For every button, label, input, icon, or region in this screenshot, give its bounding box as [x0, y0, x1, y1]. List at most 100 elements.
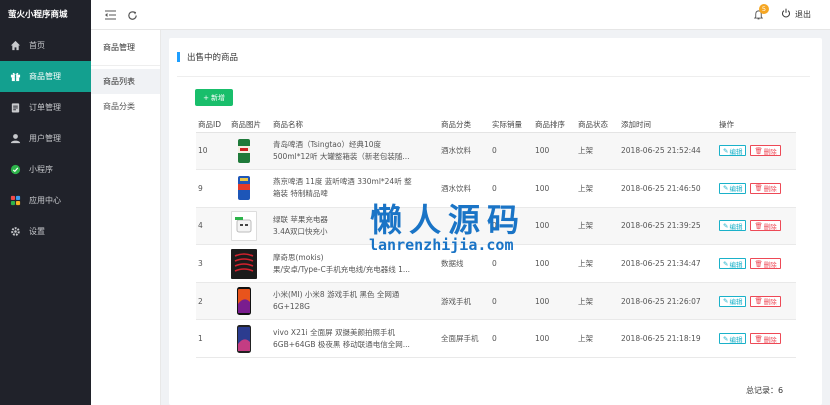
sidebar-item-settings[interactable]: 设置	[0, 216, 91, 247]
goods-sort: 100	[533, 132, 576, 171]
column-header: 商品ID	[196, 117, 229, 133]
sidebar-item-appcenter[interactable]: 应用中心	[0, 185, 91, 216]
goods-category: 全面屏手机	[439, 319, 490, 359]
notification-badge: 5	[759, 4, 769, 14]
sidebar-item-users[interactable]: 用户管理	[0, 123, 91, 154]
table-row: 2 小米(MI) 小米8 游戏手机 黑色 全网通 6G+128G 游戏手机 0 …	[196, 282, 796, 321]
sidebar-item-label: 首页	[29, 41, 45, 50]
goods-image-cell	[229, 132, 271, 171]
column-header: 操作	[717, 117, 796, 133]
sidebar-item-label: 设置	[29, 227, 45, 236]
goods-sort: 100	[533, 282, 576, 321]
column-header: 商品名称	[271, 117, 439, 133]
card-title: 出售中的商品	[187, 53, 239, 63]
sidebar-item-miniprogram[interactable]: 小程序	[0, 154, 91, 185]
goods-name: vivo X21i 全面屏 双摄美颜拍照手机 6GB+64GB 极夜黑 移动联通…	[271, 319, 439, 359]
watermark-url: lanrenzhijia.com	[369, 236, 514, 254]
goods-actions: ✎ 编辑 🗑 删除	[717, 319, 796, 359]
sidebar-item-label: 商品管理	[29, 72, 61, 81]
goods-sort: 100	[533, 169, 576, 208]
column-header: 实际销量	[490, 117, 533, 133]
goods-time: 2018-06-25 21:34:47	[619, 244, 717, 283]
column-header: 商品分类	[439, 117, 490, 133]
sidebar-item-label: 应用中心	[29, 196, 61, 205]
goods-name: 小米(MI) 小米8 游戏手机 黑色 全网通 6G+128G	[271, 282, 439, 321]
brand-title: 萤火小程序商城	[8, 10, 68, 20]
phone-image	[231, 286, 257, 316]
goods-sort: 100	[533, 207, 576, 246]
goods-sales: 0	[490, 132, 533, 171]
column-header: 添加时间	[619, 117, 717, 133]
menu-collapse-icon[interactable]	[103, 8, 117, 22]
goods-image-cell	[229, 282, 271, 321]
goods-sort: 100	[533, 244, 576, 283]
goods-status: 上架	[576, 207, 619, 246]
card-header: 出售中的商品	[177, 38, 810, 77]
pencil-icon: ✎	[723, 221, 729, 230]
phone-image	[231, 324, 257, 354]
cable-image	[231, 248, 257, 279]
edit-button[interactable]: ✎ 编辑	[719, 333, 747, 345]
sidebar-item-goods[interactable]: 商品管理	[0, 61, 91, 92]
home-icon	[9, 40, 21, 52]
goods-status: 上架	[576, 244, 619, 283]
column-header: 商品状态	[576, 117, 619, 133]
goods-actions: ✎ 编辑 🗑 删除	[717, 132, 796, 171]
trash-icon: 🗑	[754, 334, 763, 343]
sidebar-item-home[interactable]: 首页	[0, 30, 91, 61]
logout-button[interactable]: 退出	[781, 8, 811, 20]
subnav-item-goods-list[interactable]: 商品列表	[91, 69, 160, 94]
title-accent-bar	[177, 52, 180, 62]
goods-time: 2018-06-25 21:39:25	[619, 207, 717, 246]
delete-button[interactable]: 🗑 删除	[750, 295, 781, 307]
goods-id: 9	[196, 169, 229, 208]
delete-button[interactable]: 🗑 删除	[750, 333, 781, 345]
delete-button[interactable]: 🗑 删除	[750, 182, 781, 194]
sidebar-item-orders[interactable]: 订单管理	[0, 92, 91, 123]
goods-sales: 0	[490, 282, 533, 321]
edit-button[interactable]: ✎ 编辑	[719, 145, 747, 157]
charger-image	[231, 210, 257, 241]
topbar: 5 退出	[91, 0, 830, 30]
edit-button[interactable]: ✎ 编辑	[719, 295, 747, 307]
user-icon	[9, 133, 21, 145]
trash-icon: 🗑	[754, 184, 763, 193]
subnav-item-goods-category[interactable]: 商品分类	[91, 94, 160, 119]
beer-can-image	[231, 136, 257, 166]
delete-button[interactable]: 🗑 删除	[750, 258, 781, 270]
pencil-icon: ✎	[723, 146, 729, 155]
goods-category: 酒水饮料	[439, 132, 490, 171]
goods-id: 10	[196, 132, 229, 171]
pencil-icon: ✎	[723, 334, 729, 343]
delete-button[interactable]: 🗑 删除	[750, 220, 781, 232]
goods-time: 2018-06-25 21:18:19	[619, 319, 717, 359]
sidebar-item-label: 用户管理	[29, 134, 61, 143]
subnav-title: 商品管理	[91, 30, 160, 66]
edit-button[interactable]: ✎ 编辑	[719, 220, 747, 232]
goods-sort: 100	[533, 319, 576, 359]
goods-sales: 0	[490, 319, 533, 359]
table-header-row: 商品ID 商品图片 商品名称 商品分类 实际销量 商品排序 商品状态 添加时间 …	[196, 117, 796, 133]
goods-status: 上架	[576, 319, 619, 359]
goods-image-cell	[229, 319, 271, 359]
edit-button[interactable]: ✎ 编辑	[719, 182, 747, 194]
gift-icon	[9, 71, 21, 83]
delete-button[interactable]: 🗑 删除	[750, 145, 781, 157]
goods-name: 青岛啤酒（Tsingtao）经典10度 500ml*12听 大罐整箱装（新老包装…	[271, 132, 439, 171]
goods-actions: ✎ 编辑 🗑 删除	[717, 169, 796, 208]
goods-id: 1	[196, 319, 229, 359]
goods-time: 2018-06-25 21:26:07	[619, 282, 717, 321]
goods-id: 4	[196, 207, 229, 246]
clipboard-icon	[9, 102, 21, 114]
sub-navigation: 商品管理 商品列表 商品分类	[91, 30, 161, 405]
power-icon	[781, 8, 791, 20]
trash-icon: 🗑	[754, 146, 763, 155]
refresh-icon[interactable]	[125, 8, 139, 22]
goods-id: 3	[196, 244, 229, 283]
table-row: 1 vivo X21i 全面屏 双摄美颜拍照手机 6GB+64GB 极夜黑 移动…	[196, 319, 796, 359]
plus-icon: +	[203, 93, 209, 102]
add-goods-button[interactable]: + 新增	[195, 89, 233, 106]
watermark: 懒人源码 lanrenzhijia.com	[312, 190, 534, 260]
edit-button[interactable]: ✎ 编辑	[719, 258, 747, 270]
watermark-chinese: 懒人源码	[370, 201, 527, 239]
